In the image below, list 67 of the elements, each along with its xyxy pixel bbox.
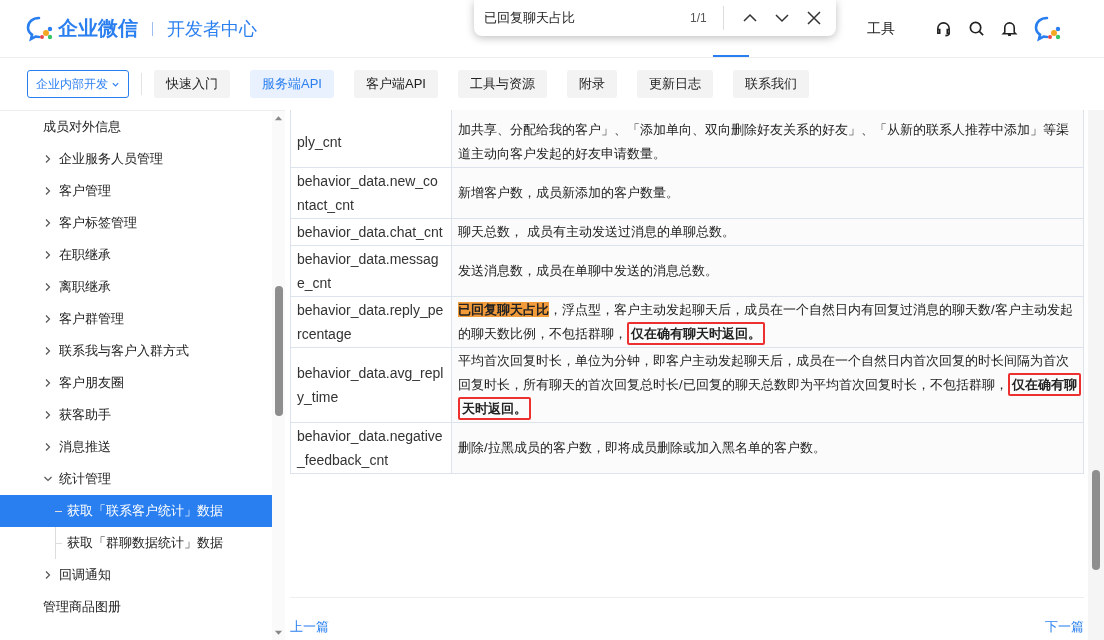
page-scrollbar[interactable]: [1088, 110, 1104, 640]
description-cell: 平均首次回复时长，单位为分钟，即客户主动发起聊天后，成员在一个自然日内首次回复的时长间隔为首次回复时长，所有聊天的首次回复总时长/已回复的聊天总数即为平均首次回复时长，不包括群聊， 仅在确有聊天时返回。: [451, 347, 1084, 423]
chevron-right-icon: [43, 442, 53, 452]
chat-logo-icon[interactable]: [1034, 15, 1062, 42]
section-tab[interactable]: 客户端API: [353, 70, 438, 98]
scrollbar-thumb[interactable]: [274, 286, 283, 416]
chevron-right-icon: [43, 218, 53, 228]
chevron-right-icon: [43, 378, 53, 388]
sidebar-group[interactable]: 离职继承: [0, 271, 272, 303]
chevron-right-icon: [43, 154, 53, 164]
sidebar-group[interactable]: 企业服务人员管理: [0, 143, 272, 175]
sidebar-group[interactable]: 获客助手: [0, 399, 272, 431]
nav-tab[interactable]: 工具: [867, 19, 895, 38]
field-name-cell: behavior_data.avg_reply_time: [290, 347, 452, 423]
sidebar-item[interactable]: 管理商品图册: [0, 591, 272, 623]
chevron-right-icon: [43, 282, 53, 292]
sidebar-group[interactable]: 联系我与客户入群方式: [0, 335, 272, 367]
close-icon[interactable]: [805, 10, 822, 26]
description-cell: 删除/拉黑成员的客户数，即将成员删除或加入黑名单的客户数。: [451, 422, 1084, 474]
section-tab[interactable]: 联系我们: [732, 70, 809, 98]
sidebar-group[interactable]: 客户朋友圈: [0, 367, 272, 399]
sidebar-group[interactable]: 客户群管理: [0, 303, 272, 335]
section-tab[interactable]: 附录: [566, 70, 617, 98]
sidebar-item[interactable]: 成员对外信息: [0, 111, 272, 143]
field-name-cell: behavior_data.negative_feedback_cnt: [290, 422, 452, 474]
sidebar-group[interactable]: 统计管理: [0, 463, 272, 495]
section-tab[interactable]: 更新日志: [636, 70, 713, 98]
description-cell: 发送消息数，成员在单聊中发送的消息总数。: [451, 245, 1084, 297]
chevron-right-icon: [43, 314, 53, 324]
chevron-right-icon: [43, 186, 53, 196]
field-name-cell: behavior_data.chat_cnt: [290, 218, 452, 246]
section-tab[interactable]: 快速入门: [154, 70, 230, 98]
scroll-up-icon[interactable]: [274, 115, 283, 121]
sidebar-subitem[interactable]: 获取「群聊数据统计」数据: [0, 527, 272, 559]
scrollbar[interactable]: [272, 111, 285, 640]
chevron-right-icon: [43, 410, 53, 420]
chevron-right-icon: [43, 250, 53, 260]
sidebar-group[interactable]: 消息推送: [0, 431, 272, 463]
bell-icon[interactable]: [1001, 20, 1018, 37]
scroll-down-icon[interactable]: [274, 630, 283, 636]
headset-icon[interactable]: [935, 20, 952, 37]
logo-name[interactable]: 企业微信: [58, 15, 138, 42]
description-cell: 聊天总数， 成员有主动发送过消息的单聊总数。: [451, 218, 1084, 246]
description-cell: 加共享、分配给我的客户」、「添加单向、双向删除好友关系的好友」、「从新的联系人推荐中添加」等渠道主动向客户发起的好友申请数量。: [451, 110, 1084, 168]
match-count: 1/1: [690, 11, 707, 25]
scrollbar-thumb[interactable]: [1092, 470, 1100, 570]
field-name-cell: behavior_data.reply_percentage: [290, 296, 452, 348]
section-tab[interactable]: 服务端API: [250, 70, 334, 98]
sidebar-subitem[interactable]: 获取「联系客户统计」数据: [0, 495, 272, 527]
sidebar-group[interactable]: 客户标签管理: [0, 207, 272, 239]
section-tab[interactable]: 工具与资源: [457, 70, 547, 98]
sidebar-group[interactable]: 回调通知: [0, 559, 272, 591]
previous-link[interactable]: 上一篇: [290, 618, 329, 636]
sidebar-group[interactable]: 客户管理: [0, 175, 272, 207]
chevron-down-icon: [43, 474, 53, 484]
description-cell: 新增客户数，成员新添加的客户数量。: [451, 167, 1084, 219]
product-dropdown[interactable]: 企业内部开发: [27, 70, 129, 98]
chevron-right-icon: [43, 570, 53, 580]
field-name-cell: ply_cnt: [290, 110, 452, 168]
chevron-right-icon: [43, 346, 53, 356]
search-icon[interactable]: [968, 20, 985, 37]
sidebar-group[interactable]: 在职继承: [0, 239, 272, 271]
description-cell: 已回复聊天占比，浮点型，客户主动发起聊天后，成员在一个自然日内有回复过消息的聊天数/客户主动发起的聊天数比例，不包括群聊， 仅在确有聊天时返回。: [451, 296, 1084, 348]
next-link[interactable]: 下一篇: [1045, 618, 1084, 636]
logo-subtitle[interactable]: 开发者中心: [167, 16, 257, 41]
find-input[interactable]: 已回复聊天占比: [484, 10, 664, 26]
logo-icon: [26, 15, 54, 42]
